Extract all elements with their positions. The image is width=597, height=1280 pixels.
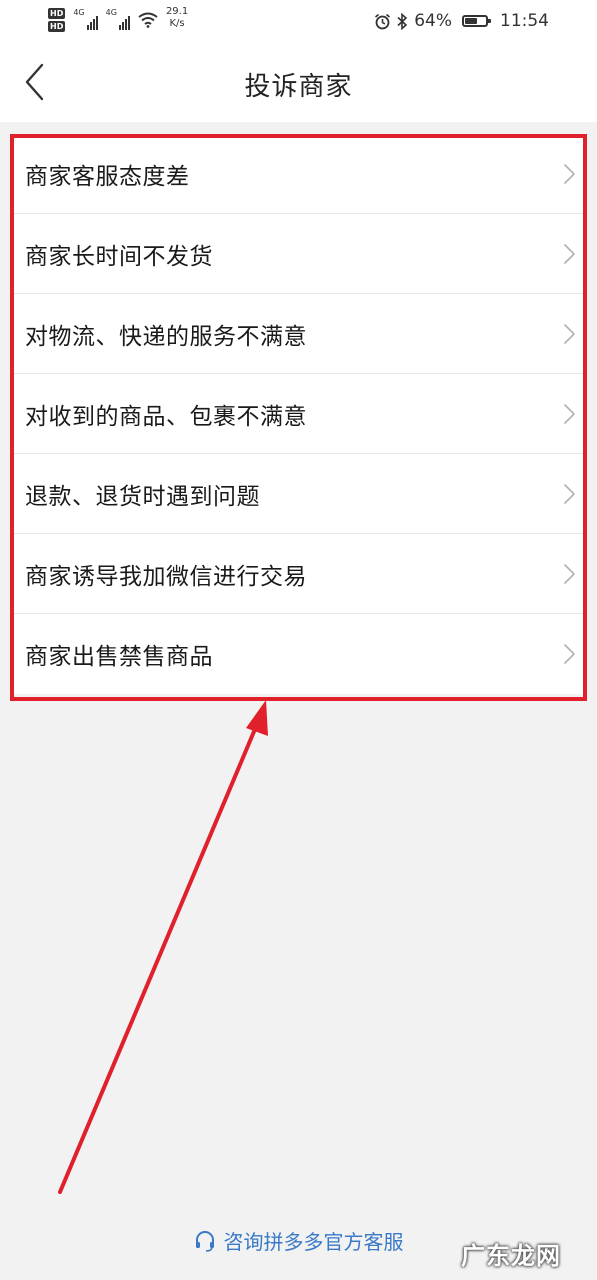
battery-icon — [462, 15, 491, 27]
chevron-right-icon — [564, 483, 575, 504]
network-type-2: 4G — [105, 8, 117, 17]
list-item[interactable]: 商家客服态度差 — [10, 134, 587, 214]
signal-icon-1: 4G — [73, 8, 98, 30]
chevron-right-icon — [564, 163, 575, 184]
chevron-right-icon — [564, 243, 575, 264]
navigation-bar: 投诉商家 — [0, 44, 597, 122]
list-item-label: 商家出售禁售商品 — [25, 644, 213, 670]
chevron-right-icon — [564, 323, 575, 344]
chevron-right-icon — [564, 563, 575, 584]
list-item[interactable]: 对收到的商品、包裹不满意 — [10, 374, 587, 454]
headset-icon — [195, 1230, 214, 1252]
hd-badge-2: HD — [48, 21, 66, 32]
list-item-label: 退款、退货时遇到问题 — [25, 483, 260, 510]
status-bar-left: HD HD 4G 4G 29.1 K/s — [48, 6, 188, 32]
list-item-label: 商家客服态度差 — [25, 163, 190, 190]
list-item[interactable]: 商家出售禁售商品 — [10, 614, 587, 694]
bluetooth-icon — [397, 12, 408, 30]
wifi-icon — [138, 12, 158, 28]
list-item-label: 商家长时间不发货 — [25, 243, 213, 270]
list-item[interactable]: 商家诱导我加微信进行交易 — [10, 534, 587, 614]
list-item-label: 对物流、快递的服务不满意 — [25, 323, 307, 350]
status-bar-right: 64% 11:54 — [374, 11, 549, 31]
status-bar: HD HD 4G 4G 29.1 K/s 64% 11:54 — [0, 0, 597, 44]
speed-unit: K/s — [169, 18, 185, 29]
speed-value: 29.1 — [165, 6, 189, 17]
page-title: 投诉商家 — [244, 72, 353, 102]
chevron-right-icon — [564, 644, 575, 664]
battery-level — [465, 18, 477, 24]
signal-icon-2: 4G — [106, 8, 130, 30]
clock-time: 11:54 — [500, 11, 549, 31]
list-item[interactable]: 退款、退货时遇到问题 — [10, 454, 587, 534]
hd-indicators: HD HD — [48, 8, 66, 32]
watermark: 广东龙网 — [461, 1242, 561, 1270]
network-speed: 29.1 K/s — [166, 6, 188, 30]
list-item-label: 商家诱导我加微信进行交易 — [25, 563, 307, 590]
chevron-right-icon — [564, 403, 575, 424]
battery-percent: 64% — [414, 11, 452, 31]
alarm-icon — [375, 13, 391, 29]
hd-badge-1: HD — [48, 8, 66, 19]
network-type-1: 4G — [73, 8, 85, 17]
customer-service-label: 咨询拼多多官方客服 — [223, 1230, 404, 1254]
list-item[interactable]: 商家长时间不发货 — [10, 214, 587, 294]
complaint-options-list: 商家客服态度差 商家长时间不发货 对物流、快递的服务不满意 对收到的商品、包裹不… — [10, 134, 587, 694]
list-item[interactable]: 对物流、快递的服务不满意 — [10, 294, 587, 374]
list-item-label: 对收到的商品、包裹不满意 — [25, 403, 307, 430]
